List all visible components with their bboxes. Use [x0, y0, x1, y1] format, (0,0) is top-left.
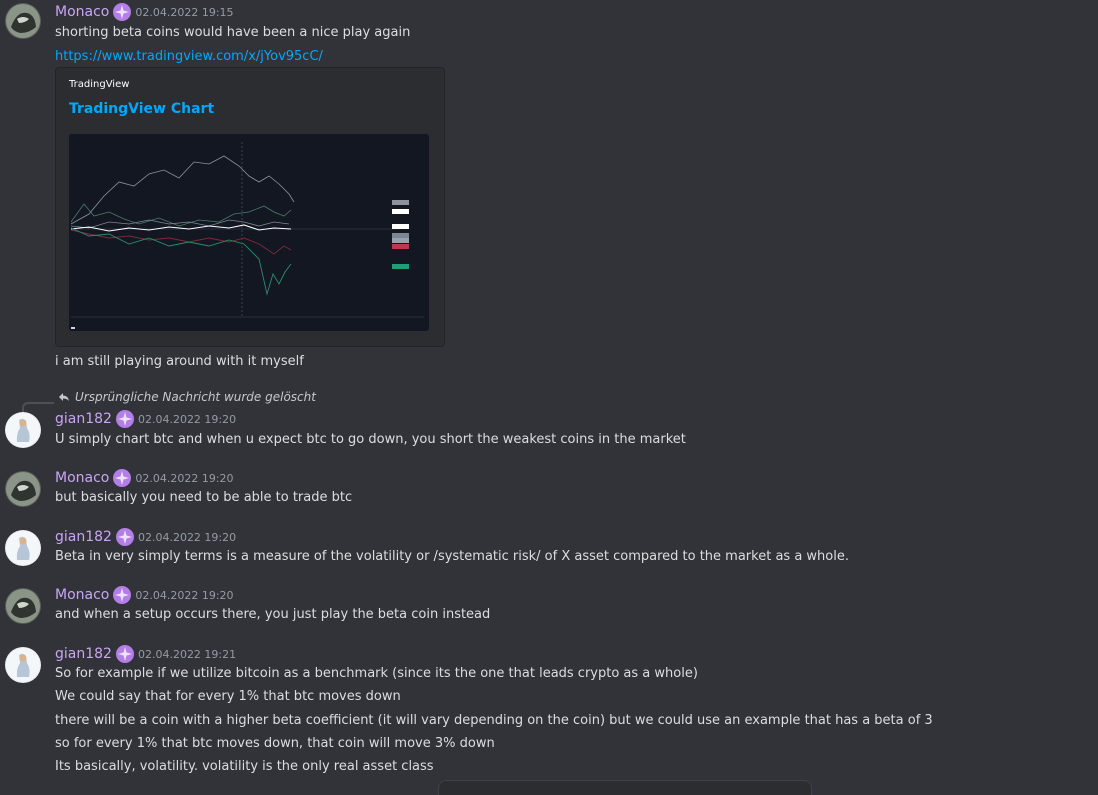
- author-name[interactable]: gian182: [55, 646, 112, 662]
- nitro-badge-icon[interactable]: [113, 3, 132, 21]
- reply-note: Ursprüngliche Nachricht wurde gelöscht: [75, 390, 316, 404]
- message-text: but basically you need to be able to tra…: [55, 490, 353, 505]
- message-timestamp: 02.04.2022 19:20: [137, 530, 237, 544]
- author-name[interactable]: Monaco: [55, 4, 109, 20]
- nitro-badge-icon[interactable]: [113, 586, 132, 604]
- avatar-gian182[interactable]: [5, 530, 41, 566]
- message-timestamp: 02.04.2022 19:15: [135, 5, 234, 19]
- message-text: so for every 1% that btc moves down, tha…: [55, 736, 495, 751]
- message-text: U simply chart btc and when u expect btc…: [55, 432, 686, 447]
- avatar-gian182[interactable]: [5, 647, 41, 683]
- nitro-badge-icon[interactable]: [115, 410, 134, 428]
- nitro-badge-icon[interactable]: [115, 528, 134, 546]
- message-composer-edge[interactable]: [438, 780, 812, 795]
- avatar-monaco[interactable]: [5, 3, 41, 39]
- message-text: shorting beta coins would have been a ni…: [55, 25, 411, 40]
- nitro-badge-icon[interactable]: [113, 469, 132, 487]
- link-embed: TradingView TradingView Chart: [55, 67, 445, 347]
- message-text: there will be a coin with a higher beta …: [55, 713, 933, 728]
- message-timestamp: 02.04.2022 19:20: [135, 471, 234, 485]
- message-text: and when a setup occurs there, you just …: [55, 607, 491, 622]
- avatar-monaco[interactable]: [5, 471, 41, 507]
- author-name[interactable]: Monaco: [55, 470, 109, 486]
- chat-view: { "messages": { "m1": { "author": "Monac…: [0, 0, 1098, 795]
- message-text: We could say that for every 1% that btc …: [55, 689, 401, 704]
- embed-provider[interactable]: TradingView: [69, 79, 129, 90]
- avatar-monaco[interactable]: [5, 588, 41, 624]
- author-name[interactable]: gian182: [55, 529, 112, 545]
- nitro-badge-icon[interactable]: [115, 645, 134, 663]
- author-name[interactable]: Monaco: [55, 587, 109, 603]
- message-timestamp: 02.04.2022 19:20: [137, 412, 237, 426]
- message-text: Beta in very simply terms is a measure o…: [55, 549, 849, 564]
- chart-thumbnail: [69, 134, 429, 331]
- message-timestamp: 02.04.2022 19:20: [135, 588, 234, 602]
- message-timestamp: 02.04.2022 19:21: [137, 647, 237, 661]
- message-text: Its basically, volatility. volatility is…: [55, 759, 434, 774]
- message-link[interactable]: https://www.tradingview.com/x/jYov95cC/: [55, 49, 323, 64]
- author-name[interactable]: gian182: [55, 411, 112, 427]
- reply-context[interactable]: Ursprüngliche Nachricht wurde gelöscht: [58, 390, 316, 404]
- avatar-gian182[interactable]: [5, 412, 41, 448]
- embed-chart-image[interactable]: [69, 134, 429, 331]
- reply-arrow-icon: [59, 393, 69, 401]
- embed-title[interactable]: TradingView Chart: [69, 101, 214, 117]
- message-text: So for example if we utilize bitcoin as …: [55, 666, 698, 681]
- message-text: i am still playing around with it myself: [55, 354, 304, 369]
